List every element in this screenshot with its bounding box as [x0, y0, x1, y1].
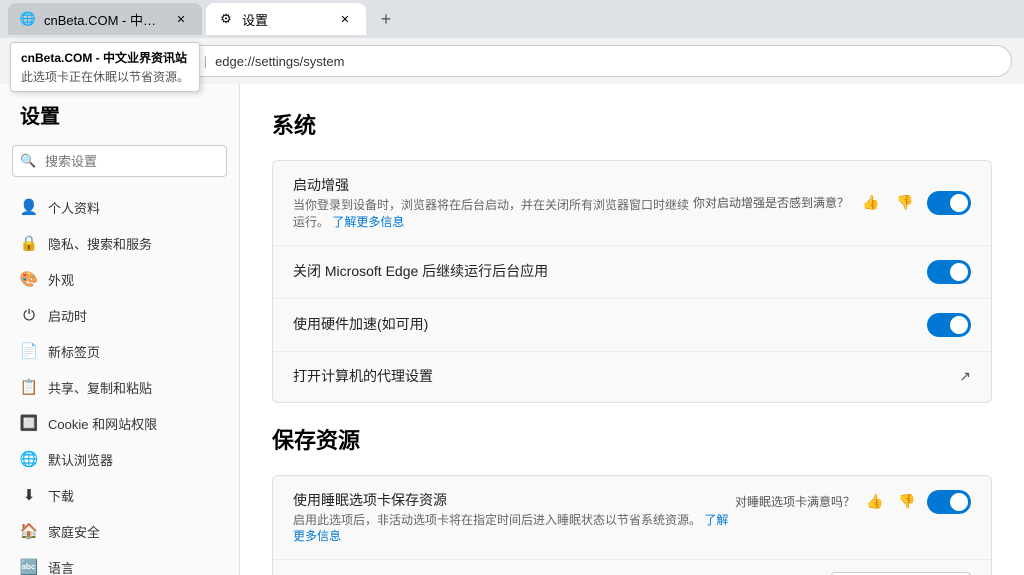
share-icon: 📋 [20, 378, 38, 396]
search-icon: 🔍 [20, 153, 36, 169]
sidebar-item-profile-label: 个人资料 [48, 198, 100, 217]
tab-bar: 🌐 cnBeta.COM - 中文业界资讯站 ✕ ⚙ 设置 ✕ + [0, 0, 1024, 38]
sleep-section: 使用睡眠选项卡保存资源 启用此选项后，非活动选项卡将在指定时间后进入睡眠状态以节… [272, 475, 992, 575]
startup-boost-label: 启动增强 [293, 175, 693, 195]
sidebar-item-default-browser[interactable]: 🌐 默认浏览器 [0, 441, 239, 477]
hardware-accel-controls [927, 313, 971, 337]
proxy-label: 打开计算机的代理设置 [293, 366, 959, 386]
tab-tooltip: cnBeta.COM - 中文业界资讯站 此选项卡正在休眠以节省资源。 [10, 42, 200, 92]
thumbs-up-button[interactable]: 👍 [859, 191, 883, 215]
hardware-accel-label: 使用硬件加速(如可用) [293, 314, 927, 334]
settings-main: 系统 启动增强 当你登录到设备时，浏览器将在后台启动，并在关闭所有浏览器窗口时继… [240, 84, 1024, 575]
sleep-controls: 对睡眠选项卡满意吗？ 👍 👎 [735, 490, 971, 514]
hardware-accel-row: 使用硬件加速(如可用) [273, 299, 991, 352]
sidebar-item-default-browser-label: 默认浏览器 [48, 450, 113, 469]
close-background-label: 关闭 Microsoft Edge 后继续运行后台应用 [293, 261, 927, 281]
hardware-accel-toggle[interactable] [927, 313, 971, 337]
newtab-icon: 📄 [20, 342, 38, 360]
hardware-accel-info: 使用硬件加速(如可用) [293, 314, 927, 336]
appearance-icon: 🎨 [20, 270, 38, 288]
sidebar-item-cookie-label: Cookie 和网站权限 [48, 414, 157, 433]
sidebar-item-startup[interactable]: ⏻ 启动时 [0, 297, 239, 333]
tab-cnbeta-favicon: 🌐 [20, 11, 36, 27]
proxy-row: 打开计算机的代理设置 ↗ [273, 352, 991, 402]
tab-settings[interactable]: ⚙ 设置 ✕ [206, 3, 366, 35]
startup-boost-desc: 当你登录到设备时，浏览器将在后台启动，并在关闭所有浏览器窗口时继续运行。 了解更… [293, 197, 693, 231]
close-background-toggle-thumb [950, 263, 968, 281]
sidebar-item-cookie[interactable]: 🔲 Cookie 和网站权限 [0, 405, 239, 441]
default-browser-icon: 🌐 [20, 450, 38, 468]
external-link-icon: ↗ [959, 368, 971, 385]
sleep-thumbs-up-button[interactable]: 👍 [863, 490, 887, 514]
proxy-controls: ↗ [959, 368, 971, 385]
sidebar-item-family[interactable]: 🏠 家庭安全 [0, 513, 239, 549]
startup-boost-info: 启动增强 当你登录到设备时，浏览器将在后台启动，并在关闭所有浏览器窗口时继续运行… [293, 175, 693, 231]
startup-icon: ⏻ [20, 306, 38, 324]
thumbs-down-button[interactable]: 👎 [893, 191, 917, 215]
close-background-controls [927, 260, 971, 284]
sleep-toggle[interactable] [927, 490, 971, 514]
profile-icon: 👤 [20, 198, 38, 216]
inactive-time-row: 在指定一段时间后，将非活动选项卡置于睡眠状态： 5 分钟不活动 ▾ [273, 560, 991, 575]
sidebar-item-appearance-label: 外观 [48, 270, 74, 289]
sidebar-item-appearance[interactable]: 🎨 外观 [0, 261, 239, 297]
sidebar-item-privacy[interactable]: 🔒 隐私、搜索和服务 [0, 225, 239, 261]
tab-cnbeta-close[interactable]: ✕ [172, 10, 190, 28]
search-box: 🔍 [12, 145, 227, 177]
close-background-row: 关闭 Microsoft Edge 后继续运行后台应用 [273, 246, 991, 299]
tab-cnbeta-title: cnBeta.COM - 中文业界资讯站 [44, 10, 164, 29]
save-resources-title: 保存资源 [272, 423, 992, 455]
tab-settings-favicon: ⚙ [218, 11, 234, 27]
startup-boost-controls: 你对启动增强是否感到满意？ 👍 👎 [693, 191, 971, 215]
sleep-header: 使用睡眠选项卡保存资源 启用此选项后，非活动选项卡将在指定时间后进入睡眠状态以节… [273, 476, 991, 561]
system-block: 启动增强 当你登录到设备时，浏览器将在后台启动，并在关闭所有浏览器窗口时继续运行… [272, 160, 992, 403]
tab-settings-title: 设置 [242, 10, 328, 29]
startup-boost-link[interactable]: 了解更多信息 [332, 215, 404, 229]
sleep-info: 使用睡眠选项卡保存资源 启用此选项后，非活动选项卡将在指定时间后进入睡眠状态以节… [293, 490, 735, 546]
sidebar-item-share[interactable]: 📋 共享、复制和粘贴 [0, 369, 239, 405]
search-input[interactable] [12, 145, 227, 177]
sidebar-item-startup-label: 启动时 [48, 306, 87, 325]
download-icon: ⬇ [20, 486, 38, 504]
sidebar-item-family-label: 家庭安全 [48, 522, 100, 541]
new-tab-button[interactable]: + [370, 3, 402, 35]
tooltip-desc: 此选项卡正在休眠以节省资源。 [21, 68, 189, 85]
browser-window: 🌐 cnBeta.COM - 中文业界资讯站 ✕ ⚙ 设置 ✕ + cnBeta… [0, 0, 1024, 575]
browser-content: 设置 🔍 👤 个人资料 🔒 隐私、搜索和服务 🎨 外观 ⏻ 启动时 [0, 84, 1024, 575]
sleep-toggle-thumb [950, 493, 968, 511]
sleep-thumbs-down-button[interactable]: 👎 [895, 490, 919, 514]
lock-icon: 🔒 [20, 234, 38, 252]
family-icon: 🏠 [20, 522, 38, 540]
tab-cnbeta[interactable]: 🌐 cnBeta.COM - 中文业界资讯站 ✕ [8, 3, 202, 35]
tooltip-title: cnBeta.COM - 中文业界资讯站 [21, 49, 189, 66]
cookie-icon: 🔲 [20, 414, 38, 432]
startup-boost-toggle[interactable] [927, 191, 971, 215]
sidebar-item-newtab[interactable]: 📄 新标签页 [0, 333, 239, 369]
sidebar-item-newtab-label: 新标签页 [48, 342, 100, 361]
system-section-title: 系统 [272, 108, 992, 140]
sidebar-item-privacy-label: 隐私、搜索和服务 [48, 234, 152, 253]
sleep-label: 使用睡眠选项卡保存资源 [293, 490, 735, 510]
address-text: edge://settings/system [215, 54, 344, 69]
sidebar-item-share-label: 共享、复制和粘贴 [48, 378, 152, 397]
tab-settings-close[interactable]: ✕ [336, 10, 354, 28]
sidebar-item-profile[interactable]: 👤 个人资料 [0, 189, 239, 225]
sleep-feedback-label: 对睡眠选项卡满意吗？ [735, 493, 855, 510]
hardware-accel-toggle-thumb [950, 316, 968, 334]
language-icon: 🔤 [20, 558, 38, 575]
sidebar-item-download[interactable]: ⬇ 下载 [0, 477, 239, 513]
startup-boost-feedback-label: 你对启动增强是否感到满意？ [693, 194, 849, 211]
startup-boost-row: 启动增强 当你登录到设备时，浏览器将在后台启动，并在关闭所有浏览器窗口时继续运行… [273, 161, 991, 246]
sidebar-item-language[interactable]: 🔤 语言 [0, 549, 239, 575]
sidebar-title: 设置 [0, 100, 239, 145]
close-background-info: 关闭 Microsoft Edge 后继续运行后台应用 [293, 261, 927, 283]
sidebar-item-download-label: 下载 [48, 486, 74, 505]
sidebar-item-language-label: 语言 [48, 558, 74, 575]
startup-boost-toggle-thumb [950, 194, 968, 212]
address-field[interactable]: ◈ Edge | edge://settings/system [132, 45, 1012, 77]
sidebar: 设置 🔍 👤 个人资料 🔒 隐私、搜索和服务 🎨 外观 ⏻ 启动时 [0, 84, 240, 575]
close-background-toggle[interactable] [927, 260, 971, 284]
sleep-desc: 启用此选项后，非活动选项卡将在指定时间后进入睡眠状态以节省系统资源。 了解更多信… [293, 512, 735, 546]
proxy-info: 打开计算机的代理设置 [293, 366, 959, 388]
